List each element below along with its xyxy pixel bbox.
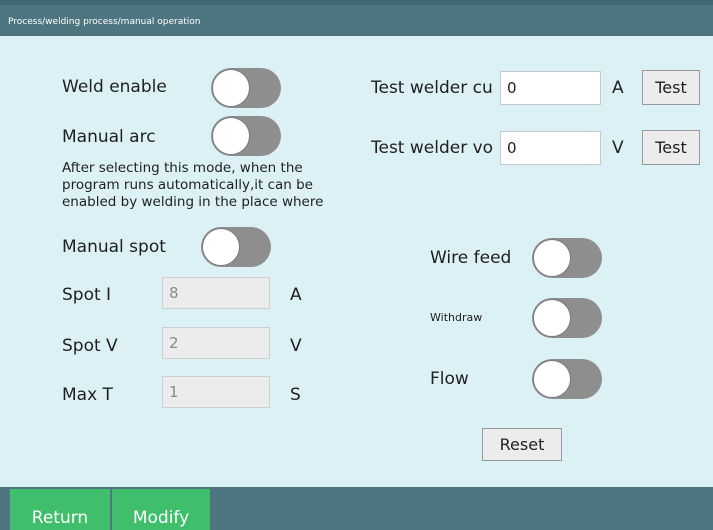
modify-button[interactable]: Modify [112, 489, 210, 530]
toggle-knob [533, 299, 571, 337]
breadcrumb: Process/welding process/manual operation [8, 17, 201, 27]
max-t-field[interactable]: 1 [162, 376, 270, 408]
test-voltage-field[interactable]: 0 [500, 131, 601, 165]
weld-enable-toggle[interactable] [211, 68, 281, 108]
test-voltage-button[interactable]: Test [642, 130, 700, 165]
spot-i-unit: A [290, 285, 302, 305]
toggle-knob [202, 228, 240, 266]
spot-v-unit: V [290, 336, 302, 356]
spot-v-field[interactable]: 2 [162, 327, 270, 359]
toggle-knob [533, 239, 571, 277]
reset-button[interactable]: Reset [482, 428, 562, 461]
manual-spot-toggle[interactable] [201, 227, 271, 267]
withdraw-toggle[interactable] [532, 298, 602, 338]
wire-feed-label: Wire feed [430, 248, 512, 268]
title-bar: Process/welding process/manual operation [0, 0, 713, 36]
withdraw-label: Withdraw [430, 311, 483, 324]
test-voltage-unit: V [612, 138, 624, 158]
manual-spot-label: Manual spot [62, 237, 166, 257]
spot-i-field[interactable]: 8 [162, 277, 270, 309]
toggle-knob [212, 69, 250, 107]
manual-arc-label: Manual arc [62, 127, 156, 147]
weld-enable-label: Weld enable [62, 77, 167, 97]
spot-v-label: Spot V [62, 336, 118, 356]
manual-arc-note: After selecting this mode, when the prog… [62, 160, 324, 210]
manual-arc-toggle[interactable] [211, 116, 281, 156]
max-t-label: Max T [62, 385, 113, 405]
toggle-knob [212, 117, 250, 155]
test-current-field[interactable]: 0 [500, 71, 601, 105]
tab-strip [0, 0, 713, 5]
test-current-label: Test welder cu [371, 78, 493, 98]
test-voltage-label: Test welder vo [371, 138, 494, 158]
return-button[interactable]: Return [10, 489, 110, 530]
spot-i-label: Spot I [62, 285, 112, 305]
max-t-unit: S [290, 385, 301, 405]
flow-label: Flow [430, 369, 469, 389]
wire-feed-toggle[interactable] [532, 238, 602, 278]
toggle-knob [533, 360, 571, 398]
test-current-unit: A [612, 78, 624, 98]
test-current-button[interactable]: Test [642, 70, 700, 105]
flow-toggle[interactable] [532, 359, 602, 399]
